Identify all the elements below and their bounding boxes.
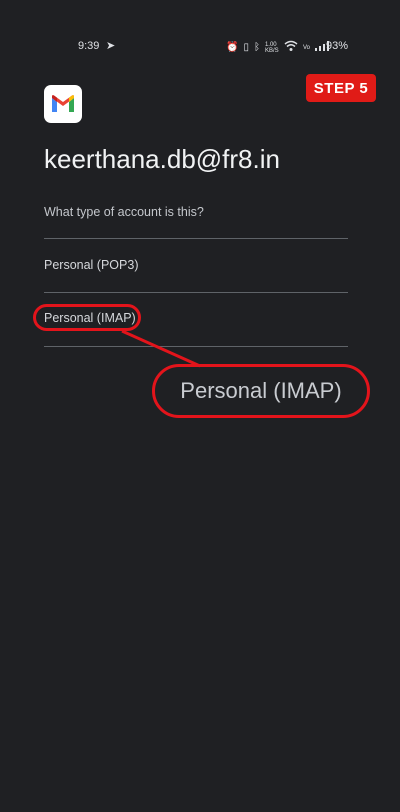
zoom-callout: Personal (IMAP)	[152, 364, 370, 418]
zoom-callout-label: Personal (IMAP)	[180, 378, 342, 403]
